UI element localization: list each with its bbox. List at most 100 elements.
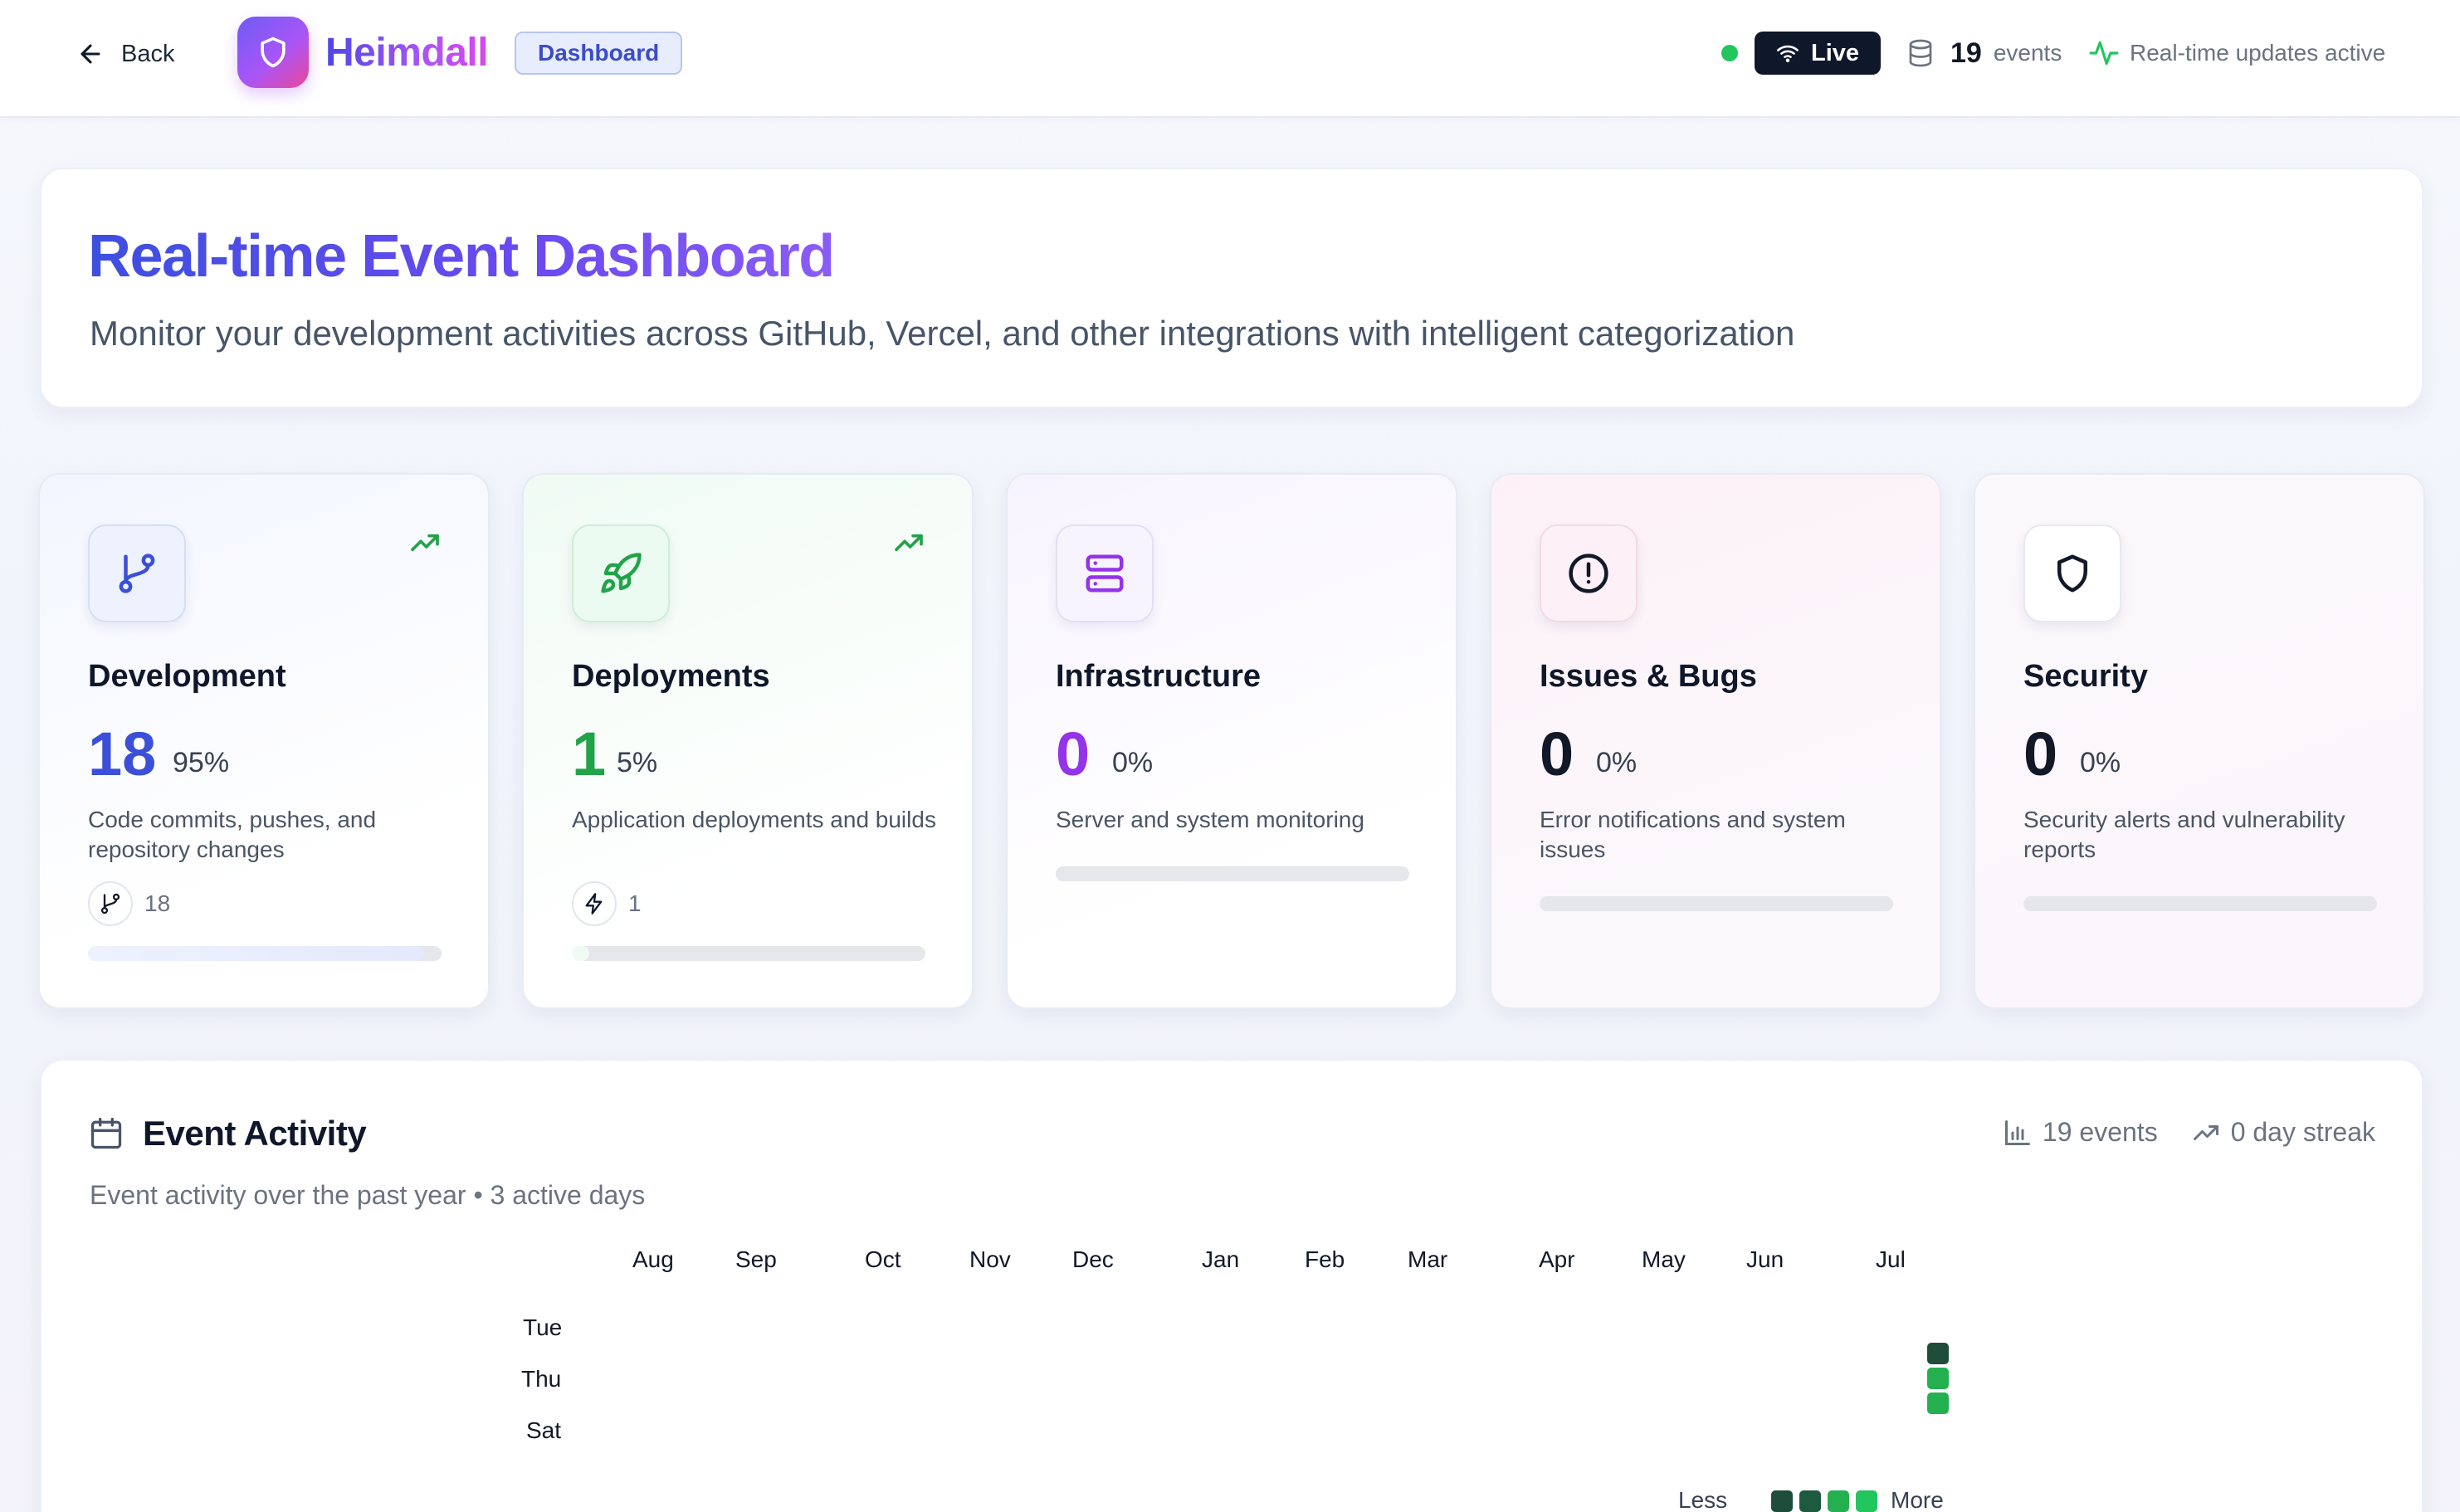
month-label: May [1642,1246,1686,1272]
activity-cell[interactable] [1927,1393,1949,1414]
card-percent: 5% [617,747,658,778]
development-icon-tile [88,524,186,622]
breadcrumb-badge: Dashboard [515,32,683,75]
server-icon [1086,554,1124,593]
card-title: Development [88,659,286,694]
category-card-issues[interactable]: Issues & Bugs 0 0% Error notifications a… [1490,473,1941,1009]
progress-bar [1056,866,1409,881]
activity-title: Event Activity [143,1114,367,1153]
activity-header: Event Activity [88,1114,367,1154]
event-count: 19 [1950,37,1982,69]
card-description: Error notifications and system issues [1540,807,1846,862]
month-label: Sep [735,1246,777,1272]
realtime-status: Real-time updates active [2088,37,2385,70]
sub-count-row: 18 [88,881,170,926]
card-count: 0 [1540,719,1574,788]
card-title: Security [2023,659,2148,694]
activity-cell[interactable] [1927,1343,1949,1364]
database-icon [1909,39,1932,67]
category-card-development[interactable]: Development 18 95% Code commits, pushes,… [38,473,490,1009]
card-count: 1 [572,719,607,788]
month-label: Nov [969,1246,1011,1272]
sub-count: 18 [144,890,171,916]
back-button[interactable]: Back [76,33,174,75]
bar-chart-icon [2004,1119,2030,1145]
progress-bar [2023,896,2377,911]
activity-subtitle: Event activity over the past year • 3 ac… [90,1180,646,1210]
git-branch-small-icon [88,881,133,926]
streak: 0 day streak [2230,1117,2375,1147]
git-branch-icon [119,554,155,593]
month-label: Dec [1072,1246,1114,1272]
realtime-status-label: Real-time updates active [2130,40,2386,66]
total-events-stat: 19 events [2003,1117,2158,1148]
legend-more: More [1891,1487,1944,1512]
sub-count-row: 1 [572,881,642,926]
category-card-security[interactable]: Security 0 0% Security alerts and vulner… [1974,473,2425,1009]
zap-icon [572,881,617,926]
wifi-icon [1777,45,1799,62]
legend-swatch [1771,1490,1793,1512]
card-title: Deployments [572,659,770,694]
card-title: Infrastructure [1056,659,1262,694]
sub-count: 1 [628,890,642,916]
event-unit: events [1993,40,2062,66]
card-percent: 95% [173,747,230,778]
security-icon-tile [2023,524,2121,622]
card-percent: 0% [2080,747,2121,778]
deployments-icon-tile [572,524,670,622]
card-percent: 0% [1112,747,1154,778]
back-label: Back [121,40,175,67]
legend-swatch [1856,1490,1877,1512]
infrastructure-icon-tile [1056,524,1154,622]
activity-cell[interactable] [1927,1368,1949,1389]
card-count: 0 [1056,719,1091,788]
trending-up-icon [895,534,923,552]
page-title: Real-time Event Dashboard [88,223,835,290]
card-count: 0 [2023,719,2058,788]
category-card-deployments[interactable]: Deployments 1 5% Application deployments… [522,473,974,1009]
trending-up-icon [2193,1124,2218,1140]
month-label: Jan [1202,1246,1240,1272]
total-events: 19 events [2042,1117,2158,1147]
calendar-icon [90,1117,122,1149]
month-label: Feb [1305,1246,1345,1272]
live-label: Live [1810,39,1860,66]
progress-fill [572,946,590,961]
issues-icon-tile [1540,524,1638,622]
app-name: Heimdall [325,31,489,75]
activity-stats: 19 events 0 day streak [2003,1117,2375,1148]
arrow-left-icon [81,44,100,64]
page-subtitle: Monitor your development activities acro… [90,314,1795,353]
month-label: Aug [632,1246,674,1272]
card-title: Issues & Bugs [1540,659,1757,694]
month-label: Jul [1876,1246,1906,1272]
live-badge: Live [1755,32,1881,75]
progress-bar [572,946,925,961]
shield-logo-icon [261,37,286,68]
streak-stat: 0 day streak [2191,1117,2375,1148]
weekday-label: Tue [523,1314,563,1340]
category-card-infrastructure[interactable]: Infrastructure 0 0% Server and system mo… [1006,473,1457,1009]
month-label: Mar [1408,1246,1448,1272]
hero-panel: Real-time Event Dashboard Monitor your d… [40,168,2423,408]
card-description: Application deployments and builds [572,807,936,832]
card-count: 18 [88,719,157,788]
month-label: Jun [1746,1246,1784,1272]
card-description: Code commits, pushes, and repository cha… [88,807,377,862]
top-bar: Back Heimdall Dashboard Live 19 events R… [0,0,2460,118]
card-description: Security alerts and vulnerability report… [2023,807,2345,862]
alert-circle-icon [1569,554,1608,593]
legend-less: Less [1678,1487,1728,1512]
event-counter: 19 events [1906,37,2062,70]
connection-status-dot [1721,45,1738,61]
month-label: Oct [865,1246,901,1272]
logo [237,17,309,88]
rocket-icon [601,553,642,593]
progress-bar [88,946,442,961]
progress-fill [88,946,424,961]
shield-icon [2057,554,2087,593]
weekday-label: Sat [526,1417,562,1443]
month-label: Apr [1539,1246,1575,1272]
card-description: Server and system monitoring [1056,807,1364,832]
